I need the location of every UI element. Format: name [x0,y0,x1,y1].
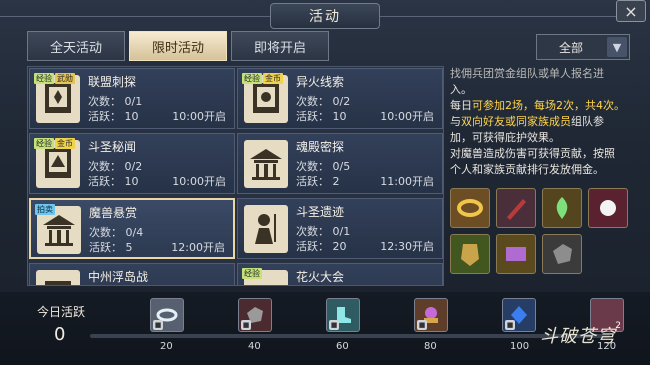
tag-exp: 经验 [242,73,262,84]
activity-list[interactable]: 经验 武勋 联盟刺探 次数： 0/1 活跃： 10 10:00开启 经验 金币 异火… [27,66,444,286]
activity-card[interactable]: 斗圣遗迹 次数： 0/1 活跃： 20 12:30开启 [237,198,443,259]
activity-description: 找佣兵团赏金组队或单人报名进 入。 每日可参加2场，每场2次，共4次。 与双向好… [450,66,634,184]
info-text: 组队参 [571,115,604,128]
info-line: 个人和家族贡献排行发放佣金。 [450,163,604,176]
stone-icon[interactable]: ■ [238,298,272,332]
filter-dropdown[interactable]: 全部 ▼ [536,34,630,60]
chevron-down-icon[interactable]: ▼ [607,37,627,57]
activity-active: 活跃： 2 [296,175,340,188]
filter-value: 全部 [559,40,584,55]
armor-icon[interactable] [450,234,490,274]
info-highlight: 可参加2场，每场2次，共4次。 [472,99,625,112]
activity-name: 魔兽悬赏 [89,206,138,220]
tag-exp: 经验 [34,73,54,84]
sword-icon[interactable] [496,188,536,228]
info-line: 入。 [450,83,472,96]
tag-auction: 拍卖 [35,204,55,215]
activity-name: 斗圣秘闻 [88,140,137,154]
activity-card[interactable]: 中州浮岛战 [29,263,235,285]
activity-time: 11:00开启 [380,175,434,188]
tab-limited[interactable]: 限时活动 [129,31,227,61]
reward-count: 2 [615,321,621,331]
amulet-icon[interactable]: ■ [502,298,536,332]
activity-time: 10:00开启 [172,175,226,188]
stone-icon[interactable] [542,234,582,274]
activity-card-selected[interactable]: 拍卖 魔兽悬赏 次数： 0/4 活跃： 5 12:00开启 [29,198,235,259]
window-title: 活动 [270,3,380,29]
activity-card[interactable]: 经验 花火大会 [237,263,443,285]
tag-exp: 经验 [34,138,54,149]
lock-icon: ■ [505,320,515,330]
activity-time: 10:00开启 [380,110,434,123]
temple-icon [244,140,288,188]
warrior-icon [244,205,288,253]
activity-card[interactable]: 经验 金币 斗圣秘闻 次数： 0/2 活跃： 10 10:00开启 [29,133,235,194]
activity-count: 次数： 0/5 [296,160,351,173]
close-button[interactable]: × [616,0,646,22]
lock-icon: ■ [153,320,163,330]
activity-active: 活跃： 10 [88,110,139,123]
activity-active: 活跃： 20 [296,240,347,253]
activity-count: 次数： 0/1 [296,225,351,238]
ring-icon[interactable]: ■ [150,298,184,332]
activity-name: 联盟刺探 [88,75,137,89]
tab-all-day[interactable]: 全天活动 [27,31,125,61]
island-icon [36,270,80,285]
boot-icon[interactable]: ■ [326,298,360,332]
activity-window: 活动 × 全天活动 限时活动 即将开启 全部 ▼ 经验 武勋 联盟刺探 次数： 0… [0,0,650,365]
activity-active: 活跃： 10 [296,110,347,123]
activity-name: 中州浮岛战 [88,270,149,284]
tag-gold: 金币 [263,73,283,84]
activity-time: 12:00开启 [171,241,225,254]
activity-time: 12:30开启 [380,240,434,253]
milestone-value: 20 [160,341,173,352]
activity-count: 次数： 0/2 [88,160,143,173]
info-line: 找佣兵团赏金组队或单人报名进 [450,67,604,80]
tag-exp: 经验 [242,268,262,279]
activity-count: 次数： 0/4 [89,226,144,239]
activity-count: 次数： 0/1 [88,95,143,108]
activity-name: 魂殿密探 [296,140,345,154]
activity-name: 花火大会 [296,270,345,284]
lock-icon: ■ [329,320,339,330]
title-divider-right [380,16,616,17]
green-flame-icon[interactable] [542,188,582,228]
tag-gold: 金币 [55,138,75,149]
activity-name: 异火线索 [296,75,345,89]
info-highlight: 双向好友或同家族成员 [461,115,571,128]
tag-wuxun: 武勋 [55,73,75,84]
activity-progress-track [90,334,610,338]
lock-icon: ■ [417,320,427,330]
title-divider-left [0,16,270,17]
tab-bar: 全天活动 限时活动 即将开启 [27,31,333,61]
activity-active: 活跃： 5 [89,241,133,254]
activity-card[interactable]: 魂殿密探 次数： 0/5 活跃： 2 11:00开启 [237,133,443,194]
close-icon: × [624,1,638,21]
today-activity-label: 今日活跃 [37,305,86,319]
info-text: 与 [450,115,461,128]
info-text: 每日 [450,99,472,112]
lock-icon: ■ [241,320,251,330]
tab-upcoming[interactable]: 即将开启 [231,31,329,61]
ring-icon[interactable] [450,188,490,228]
info-line: 加，可获得庇护效果。 [450,131,560,144]
activity-card[interactable]: 经验 武勋 联盟刺探 次数： 0/1 活跃： 10 10:00开启 [29,68,235,129]
milestone-value: 80 [424,341,437,352]
pearl-icon[interactable] [588,188,628,228]
milestone-value: 100 [510,341,530,352]
milestone-value: 60 [336,341,349,352]
activity-card[interactable]: 经验 金币 异火线索 次数： 0/2 活跃： 10 10:00开启 [237,68,443,129]
game-logo: 斗破苍穹 [540,326,616,347]
milestone-value: 40 [248,341,261,352]
orb-icon[interactable]: ■ [414,298,448,332]
activity-count: 次数： 0/2 [296,95,351,108]
activity-name: 斗圣遗迹 [296,205,345,219]
today-activity-value: 0 [54,324,66,345]
info-line: 对魔兽造成伤害可获得贡献，按照 [450,147,615,160]
scroll-icon[interactable] [496,234,536,274]
activity-time: 10:00开启 [172,110,226,123]
activity-active: 活跃： 10 [88,175,139,188]
